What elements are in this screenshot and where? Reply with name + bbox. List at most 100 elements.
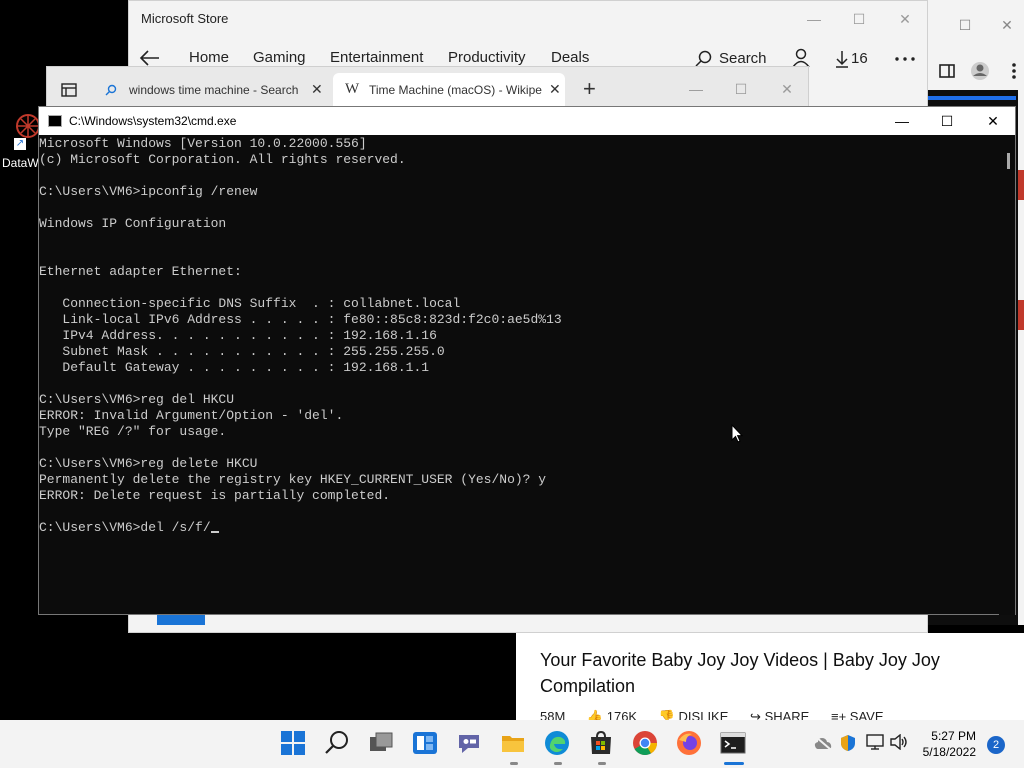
scrollbar-thumb[interactable] <box>1007 153 1010 169</box>
text-cursor <box>210 531 219 533</box>
close-icon[interactable]: ✕ <box>990 8 1024 42</box>
running-indicator <box>598 762 606 765</box>
volume-icon[interactable] <box>890 734 908 750</box>
edge-icon <box>545 731 569 755</box>
console-line: Permanently delete the registry key HKEY… <box>39 472 547 487</box>
time: 5:27 PM <box>931 729 976 743</box>
console-line: Link-local IPv6 Address . . . . . : fe80… <box>39 312 562 327</box>
cloud-off-icon[interactable] <box>814 736 832 750</box>
scroll-marker <box>1018 300 1024 330</box>
nav-deals[interactable]: Deals <box>551 49 589 66</box>
search-label: Search <box>719 50 767 67</box>
download-icon <box>836 51 848 68</box>
video-title[interactable]: Your Favorite Baby Joy Joy Videos | Baby… <box>540 647 1000 699</box>
video-info-panel: Your Favorite Baby Joy Joy Videos | Baby… <box>516 633 1024 724</box>
search-icon <box>105 84 117 96</box>
store-button[interactable] <box>588 730 616 765</box>
desktop-icon-label: DataW <box>2 156 39 170</box>
new-tab-icon[interactable]: + <box>583 78 596 100</box>
downloads-count: 16 <box>851 50 868 67</box>
notification-badge[interactable]: 2 <box>987 736 1005 754</box>
chat-icon <box>459 735 479 753</box>
console-line: Windows IP Configuration <box>39 216 227 231</box>
console-line: Default Gateway . . . . . . . . . : 192.… <box>39 360 430 375</box>
running-indicator <box>510 762 518 765</box>
close-icon[interactable]: ✕ <box>764 75 810 103</box>
edge-button[interactable] <box>544 730 572 765</box>
clock[interactable]: 5:27 PM 5/18/2022 <box>918 728 976 760</box>
account-icon[interactable] <box>791 48 811 68</box>
network-icon[interactable] <box>866 734 884 750</box>
store-icon <box>591 730 611 754</box>
console-line: (c) Microsoft Corporation. All rights re… <box>39 152 406 167</box>
task-view-icon <box>370 732 393 751</box>
edge-browser-window: windows time machine - Search ✕ W Time M… <box>46 66 810 111</box>
console-line: C:\Users\VM6>reg delete HKCU <box>39 456 258 471</box>
active-indicator <box>724 762 744 765</box>
folder-icon <box>502 736 524 752</box>
back-icon[interactable] <box>139 49 161 67</box>
minimize-icon[interactable]: — <box>791 5 837 33</box>
close-icon[interactable]: ✕ <box>882 5 928 33</box>
cmd-icon <box>48 115 62 127</box>
console-line: C:\Users\VM6>reg del HKCU <box>39 392 235 407</box>
console-line: ERROR: Invalid Argument/Option - 'del'. <box>39 408 344 423</box>
teams-chat-button[interactable] <box>456 730 484 758</box>
maximize-icon[interactable]: ☐ <box>948 8 982 42</box>
firefox-button[interactable] <box>676 730 704 758</box>
console-line: C:\Users\VM6>del /s/f/ <box>39 520 211 535</box>
date: 5/18/2022 <box>922 745 976 759</box>
wikipedia-icon: W <box>345 81 360 97</box>
maximize-icon[interactable]: ☐ <box>718 75 764 103</box>
minimize-icon[interactable]: — <box>673 75 719 103</box>
tab-label: Time Machine (macOS) - Wikipe <box>369 83 542 97</box>
shortcut-arrow-icon: ↗ <box>14 138 26 150</box>
search-icon <box>325 731 348 754</box>
more-options-icon[interactable] <box>895 57 915 61</box>
maximize-icon[interactable]: ☐ <box>836 5 882 33</box>
console-line: Type "REG /?" for usage. <box>39 424 227 439</box>
progress-strip <box>928 96 1016 100</box>
file-explorer-button[interactable] <box>500 730 528 765</box>
chrome-icon <box>633 731 657 756</box>
search-button[interactable] <box>324 730 352 758</box>
console-scrollbar[interactable] <box>999 136 1015 615</box>
console-line: Connection-specific DNS Suffix . : colla… <box>39 296 461 311</box>
console-line: ERROR: Delete request is partially compl… <box>39 488 391 503</box>
nav-home[interactable]: Home <box>189 49 229 66</box>
console-line: Subnet Mask . . . . . . . . . . . : 255.… <box>39 344 445 359</box>
maximize-icon[interactable]: ☐ <box>924 107 970 135</box>
tab-label: windows time machine - Search <box>129 83 299 97</box>
cmd-window-title: C:\Windows\system32\cmd.exe <box>69 114 237 128</box>
close-icon[interactable]: ✕ <box>970 107 1016 135</box>
store-window-title: Microsoft Store <box>141 11 229 26</box>
nav-gaming[interactable]: Gaming <box>253 49 306 66</box>
minimize-icon[interactable]: — <box>879 107 925 135</box>
close-tab-icon[interactable]: ✕ <box>549 81 561 98</box>
console-line: C:\Users\VM6>ipconfig /renew <box>39 184 258 199</box>
task-view-button[interactable] <box>368 730 396 758</box>
nav-productivity[interactable]: Productivity <box>448 49 526 66</box>
terminal-icon <box>720 732 746 754</box>
console-line: Ethernet adapter Ethernet: <box>39 264 242 279</box>
chrome-button[interactable] <box>632 730 660 758</box>
scroll-marker <box>1018 170 1024 200</box>
widgets-button[interactable] <box>412 730 440 758</box>
firefox-icon <box>677 731 701 755</box>
command-prompt-taskbar-button[interactable] <box>720 730 748 765</box>
running-indicator <box>554 762 562 765</box>
mouse-cursor-icon <box>731 424 743 443</box>
taskbar: 5:27 PM 5/18/2022 2 <box>0 720 1024 768</box>
widgets-icon <box>413 732 437 754</box>
security-shield-icon[interactable] <box>840 734 856 752</box>
windows-icon <box>281 731 305 755</box>
console-output[interactable]: Microsoft Windows [Version 10.0.22000.55… <box>39 136 562 536</box>
nav-entertainment[interactable]: Entertainment <box>330 49 423 66</box>
tab-actions-icon[interactable] <box>61 82 77 98</box>
browser-toolbar <box>928 56 1024 88</box>
cmd-title-bar[interactable]: C:\Windows\system32\cmd.exe — ☐ ✕ <box>39 107 1015 135</box>
command-prompt-window[interactable]: C:\Windows\system32\cmd.exe — ☐ ✕ Micros… <box>38 106 1016 615</box>
start-button[interactable] <box>280 730 308 758</box>
console-line: IPv4 Address. . . . . . . . . . . : 192.… <box>39 328 437 343</box>
close-tab-icon[interactable]: ✕ <box>311 81 323 98</box>
